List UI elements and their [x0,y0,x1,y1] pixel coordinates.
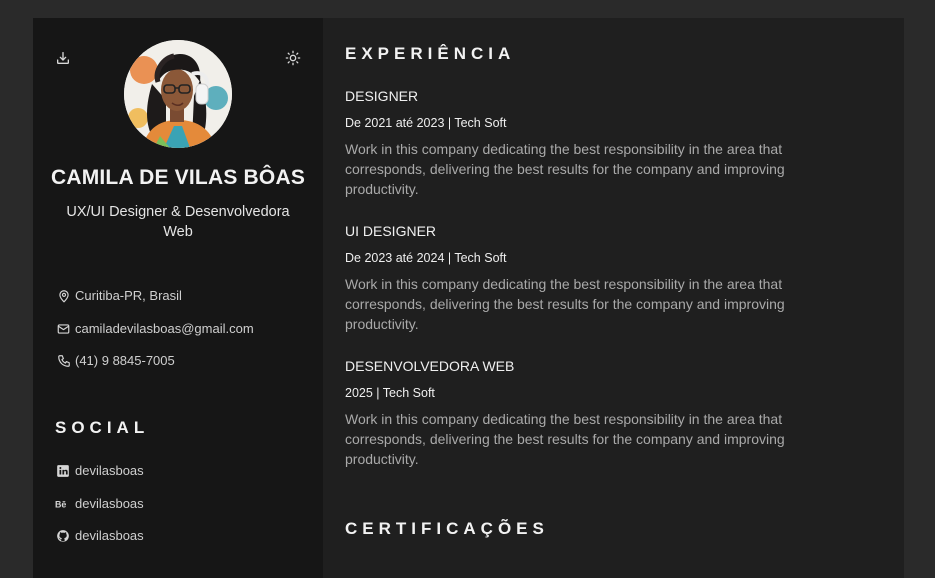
certifications-heading: CERTIFICAÇÕES [345,519,549,538]
social-behance-label: devilasboas [75,496,144,511]
profile-role: UX/UI Designer & Desenvolvedora Web [66,204,290,240]
job-description: Work in this company dedicating the best… [345,141,785,197]
download-icon [57,52,69,64]
contact-email[interactable]: camiladevilasboas@gmail.com [56,321,254,336]
experience-item: DESIGNER De 2021 até 2023 | Tech Soft Wo… [345,88,845,199]
social-linkedin-label: devilasboas [75,463,144,478]
github-icon [55,528,70,543]
job-description: Work in this company dedicating the best… [345,411,785,467]
job-description: Work in this company dedicating the best… [345,276,785,332]
job-title: UI DESIGNER [345,223,437,239]
mail-icon [56,321,71,336]
experience-item: DESENVOLVEDORA WEB 2025 | Tech Soft Work… [345,358,845,469]
sun-icon [285,50,301,66]
job-period: De 2021 até 2023 | Tech Soft [345,116,507,130]
phone-icon [56,353,71,368]
location-text: Curitiba-PR, Brasil [75,288,182,303]
phone-text: (41) 9 8845-7005 [75,353,175,368]
contact-location: Curitiba-PR, Brasil [56,288,182,303]
theme-toggle-button[interactable] [284,49,302,67]
linkedin-icon [55,463,70,478]
email-text: camiladevilasboas@gmail.com [75,321,254,336]
contact-phone[interactable]: (41) 9 8845-7005 [56,353,175,368]
experience-item: UI DESIGNER De 2023 até 2024 | Tech Soft… [345,223,845,334]
social-link-behance[interactable]: Bē devilasboas [55,496,144,511]
job-title: DESENVOLVEDORA WEB [345,358,515,374]
behance-icon: Bē [55,496,70,511]
job-period: 2025 | Tech Soft [345,386,435,400]
avatar [124,40,232,148]
job-title: DESIGNER [345,88,419,104]
job-period: De 2023 até 2024 | Tech Soft [345,251,507,265]
download-button[interactable] [54,49,72,67]
social-heading: SOCIAL [55,418,150,437]
profile-name: CAMILA DE VILAS BÔAS [50,166,306,189]
social-link-linkedin[interactable]: devilasboas [55,463,144,478]
sidebar: CAMILA DE VILAS BÔAS UX/UI Designer & De… [33,18,323,578]
social-github-label: devilasboas [75,528,144,543]
experience-heading: EXPERIÊNCIA [345,44,516,63]
main-content: EXPERIÊNCIA DESIGNER De 2021 até 2023 | … [323,18,904,578]
svg-text:Bē: Bē [55,499,66,509]
resume-card: CAMILA DE VILAS BÔAS UX/UI Designer & De… [33,18,904,578]
map-pin-icon [56,288,71,303]
social-link-github[interactable]: devilasboas [55,528,144,543]
